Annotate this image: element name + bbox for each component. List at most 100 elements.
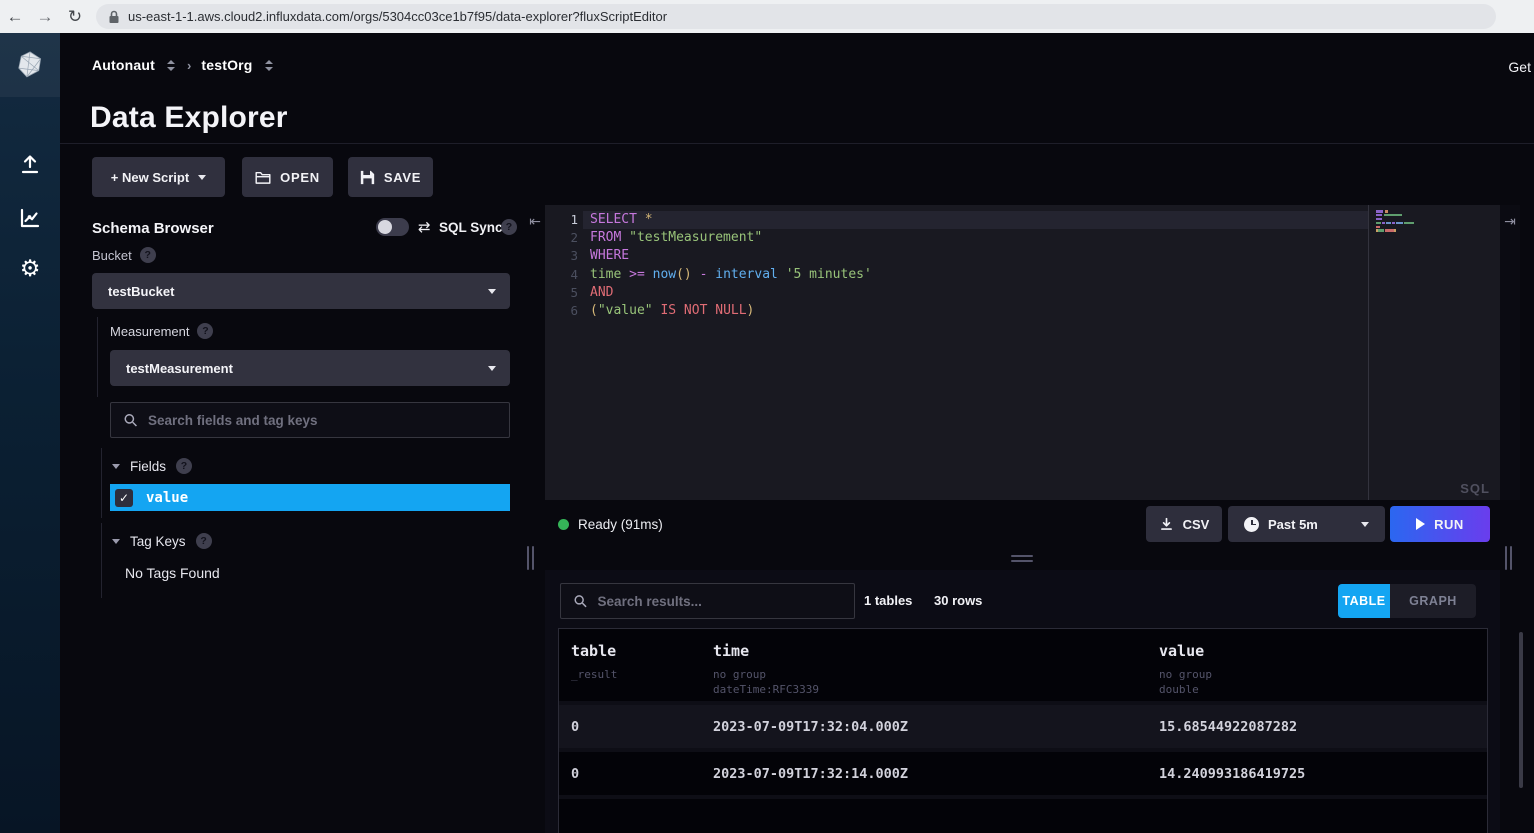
results-table-header: table_resulttimeno groupdateTime:RFC3339… (559, 629, 1487, 701)
fields-help-icon[interactable]: ? (176, 458, 192, 474)
lock-icon (108, 10, 120, 24)
table-cell: 2023-07-09T17:32:14.000Z (701, 766, 1147, 782)
indent-guide (101, 448, 102, 518)
tag-keys-section-toggle[interactable]: Tag Keys ? (112, 533, 212, 549)
schema-search (110, 402, 510, 438)
data-explorer-graph-icon[interactable] (0, 206, 60, 230)
get-credit-link[interactable]: Get (1508, 59, 1531, 75)
open-button[interactable]: OPEN (242, 157, 333, 197)
sql-sync-help-icon[interactable]: ? (501, 219, 517, 235)
line-number: 3 (545, 247, 578, 265)
editor-minimap[interactable] (1376, 210, 1494, 233)
fields-section-toggle[interactable]: Fields ? (112, 458, 192, 474)
editor-language-badge: SQL (1460, 481, 1490, 496)
search-icon (573, 593, 588, 609)
status-ready-dot (558, 519, 569, 530)
table-cell: 2023-07-09T17:32:04.000Z (701, 719, 1147, 735)
bucket-help-icon[interactable]: ? (140, 247, 156, 263)
browser-address-bar[interactable]: us-east-1-1.aws.cloud2.influxdata.com/or… (96, 4, 1496, 29)
no-tags-found-text: No Tags Found (125, 565, 220, 581)
chevron-down-icon (488, 289, 496, 294)
org-switcher-carets-icon[interactable] (167, 60, 175, 71)
time-range-dropdown[interactable]: Past 5m (1228, 506, 1385, 542)
table-row: 02023-07-09T17:32:04.000Z15.685449220872… (559, 705, 1487, 748)
measurement-dropdown[interactable]: testMeasurement (110, 350, 510, 386)
results-scrollbar[interactable] (1519, 632, 1523, 788)
table-row: 02023-07-09T17:32:14.000Z14.240993186419… (559, 752, 1487, 795)
play-icon (1416, 518, 1425, 530)
line-number: 1 (545, 211, 578, 229)
results-search-input[interactable] (598, 594, 842, 609)
chevron-down-icon (112, 539, 120, 544)
browser-forward-icon[interactable]: → (30, 7, 60, 27)
csv-download-button[interactable]: CSV (1146, 506, 1222, 542)
sql-sync-toggle[interactable] (376, 218, 409, 236)
account-switcher[interactable]: testOrg (201, 57, 252, 73)
indent-guide (101, 523, 102, 598)
line-number: 6 (545, 302, 578, 320)
editor-code[interactable]: SELECT *FROM "testMeasurement"WHEREtime … (590, 211, 1368, 320)
indent-guide (97, 317, 98, 397)
browser-reload-icon[interactable]: ↻ (60, 7, 90, 27)
page-title: Data Explorer (90, 101, 288, 135)
collapse-left-panel-button[interactable]: ⇤ (525, 214, 545, 230)
run-query-button[interactable]: RUN (1390, 506, 1490, 542)
browser-chrome: ← → ↻ us-east-1-1.aws.cloud2.influxdata.… (0, 0, 1534, 33)
results-view-toggle: TABLE GRAPH (1338, 584, 1476, 618)
tab-graph[interactable]: GRAPH (1390, 584, 1476, 618)
checkbox-checked-icon[interactable]: ✓ (115, 489, 133, 507)
collapse-right-icon: ⇥ (1504, 214, 1516, 500)
tab-table[interactable]: TABLE (1338, 584, 1390, 618)
open-label: OPEN (280, 170, 320, 185)
code-line[interactable]: SELECT * (590, 211, 1368, 229)
vertical-resize-handle-left[interactable] (527, 546, 534, 570)
breadcrumb: Autonaut › testOrg (92, 57, 275, 73)
table-cell: 0 (559, 766, 701, 782)
code-line[interactable]: ("value" IS NOT NULL) (590, 302, 1368, 320)
table-row (559, 799, 1487, 833)
fields-label: Fields (130, 459, 166, 474)
collapse-right-panel-button[interactable]: ⇥ (1500, 205, 1520, 500)
clock-icon (1244, 517, 1259, 532)
org-switcher[interactable]: Autonaut (92, 57, 155, 73)
tables-count: 1 tables (864, 593, 912, 608)
editor-gutter: 123456 (545, 211, 578, 320)
column-header: valueno groupdouble (1147, 642, 1487, 701)
title-divider (60, 143, 1534, 144)
code-line[interactable]: FROM "testMeasurement" (590, 229, 1368, 247)
browser-back-icon[interactable]: ← (0, 7, 30, 27)
measurement-help-icon[interactable]: ? (197, 323, 213, 339)
table-cell: 15.68544922087282 (1147, 719, 1487, 735)
influxdb-logo[interactable] (0, 33, 60, 97)
code-line[interactable]: time >= now() - interval '5 minutes' (590, 266, 1368, 284)
tag-keys-label: Tag Keys (130, 534, 186, 549)
results-table: table_resulttimeno groupdateTime:RFC3339… (558, 628, 1488, 833)
save-icon (360, 170, 375, 185)
column-header: table_result (559, 642, 701, 701)
folder-icon (255, 170, 271, 185)
horizontal-resize-handle[interactable] (1011, 555, 1033, 562)
sql-editor[interactable]: 123456 SELECT *FROM "testMeasurement"WHE… (545, 205, 1500, 500)
status-text: Ready (91ms) (578, 517, 663, 532)
column-header: timeno groupdateTime:RFC3339 (701, 642, 1147, 701)
measurement-label: Measurement (110, 324, 189, 339)
schema-search-input[interactable] (148, 413, 497, 428)
results-table-body: 02023-07-09T17:32:04.000Z15.685449220872… (559, 705, 1487, 795)
account-switcher-carets-icon[interactable] (265, 60, 273, 71)
search-icon (123, 412, 138, 428)
code-line[interactable]: AND (590, 284, 1368, 302)
time-range-label: Past 5m (1268, 517, 1318, 532)
settings-gear-icon[interactable]: ⚙ (0, 258, 60, 280)
sql-sync-arrows-icon: ⇄ (418, 218, 431, 236)
table-cell: 0 (559, 719, 701, 735)
vertical-resize-handle-right[interactable] (1505, 546, 1512, 570)
app-sidebar: ⚙ ? (0, 33, 60, 833)
editor-scrollbar-track[interactable] (1368, 205, 1369, 500)
tag-keys-help-icon[interactable]: ? (196, 533, 212, 549)
field-item-value[interactable]: ✓ value (110, 484, 510, 511)
save-button[interactable]: SAVE (348, 157, 433, 197)
code-line[interactable]: WHERE (590, 247, 1368, 265)
bucket-dropdown[interactable]: testBucket (92, 273, 510, 309)
new-script-button[interactable]: + New Script (92, 157, 225, 197)
load-data-upload-icon[interactable] (0, 153, 60, 177)
